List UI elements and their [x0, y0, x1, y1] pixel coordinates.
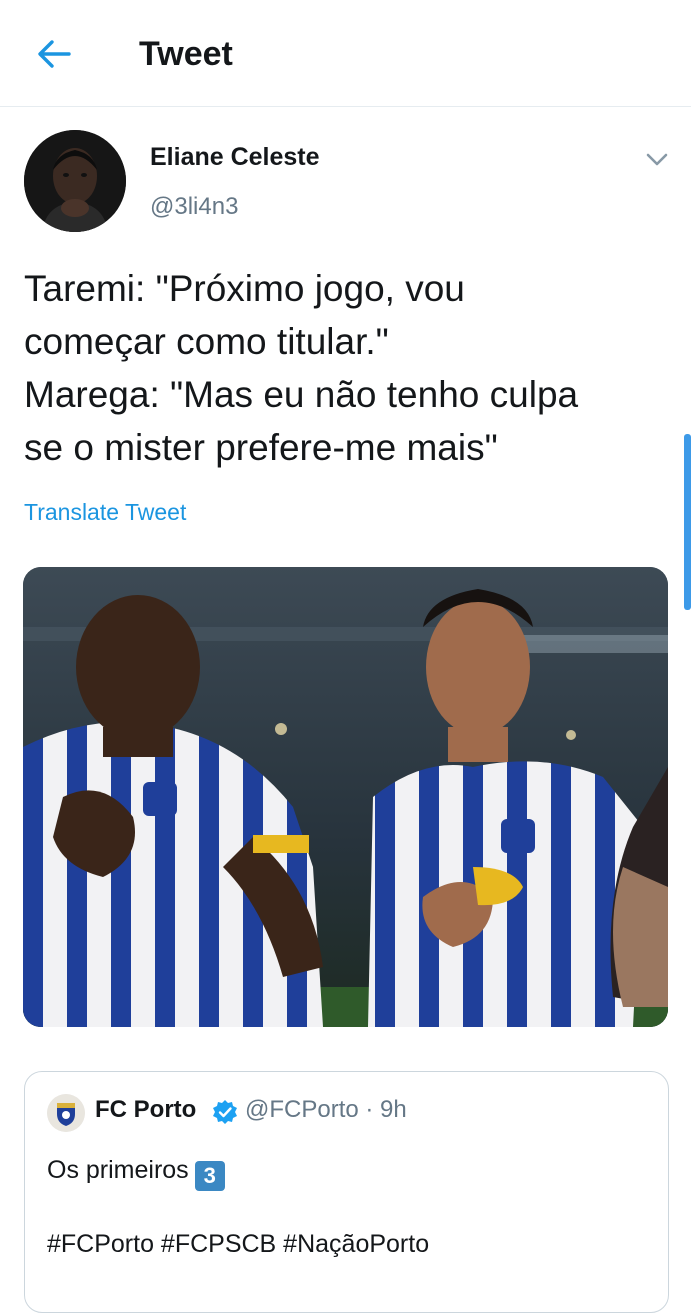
quoted-hashtags: #FCPorto #FCPSCB #NaçãoPorto: [47, 1230, 430, 1258]
app-header: Tweet: [0, 0, 691, 107]
arrow-left-icon: [38, 40, 71, 68]
quoted-avatar: [47, 1094, 85, 1132]
chevron-down-icon: [646, 153, 668, 166]
fc-porto-crest-icon: [47, 1094, 85, 1132]
back-button[interactable]: [32, 34, 76, 74]
author-handle[interactable]: @3li4n3: [150, 193, 238, 221]
verified-badge-icon: [213, 1100, 237, 1124]
tweet-text: Taremi: "Próximo jogo, vou começar como …: [24, 262, 674, 474]
more-options-button[interactable]: [642, 146, 672, 174]
tweet-text-line: se o mister prefere-me mais": [24, 427, 498, 468]
quoted-author-name: FC Porto: [95, 1096, 197, 1123]
avatar-photo: [24, 130, 126, 232]
players-photo: [23, 567, 668, 1027]
translate-tweet-link[interactable]: Translate Tweet: [24, 499, 186, 526]
keycap-three-emoji: 3: [194, 1161, 225, 1191]
author-avatar[interactable]: [24, 130, 126, 232]
quoted-text: Os primeiros 3: [47, 1156, 225, 1191]
quoted-handle-time: @FCPorto · 9h: [245, 1096, 407, 1123]
author-name[interactable]: Eliane Celeste: [150, 143, 320, 172]
page-title: Tweet: [139, 35, 233, 73]
tweet-text-line: começar como titular.": [24, 321, 389, 362]
tweet-text-line: Marega: "Mas eu não tenho culpa: [24, 374, 579, 415]
quoted-text-prefix: Os primeiros: [47, 1156, 189, 1184]
tweet-text-line: Taremi: "Próximo jogo, vou: [24, 268, 465, 309]
quoted-tweet[interactable]: FC Porto @FCPorto · 9h Os primeiros 3 #FC…: [24, 1071, 669, 1313]
scrollbar-thumb[interactable]: [684, 434, 691, 610]
tweet-media-image[interactable]: [23, 567, 668, 1027]
